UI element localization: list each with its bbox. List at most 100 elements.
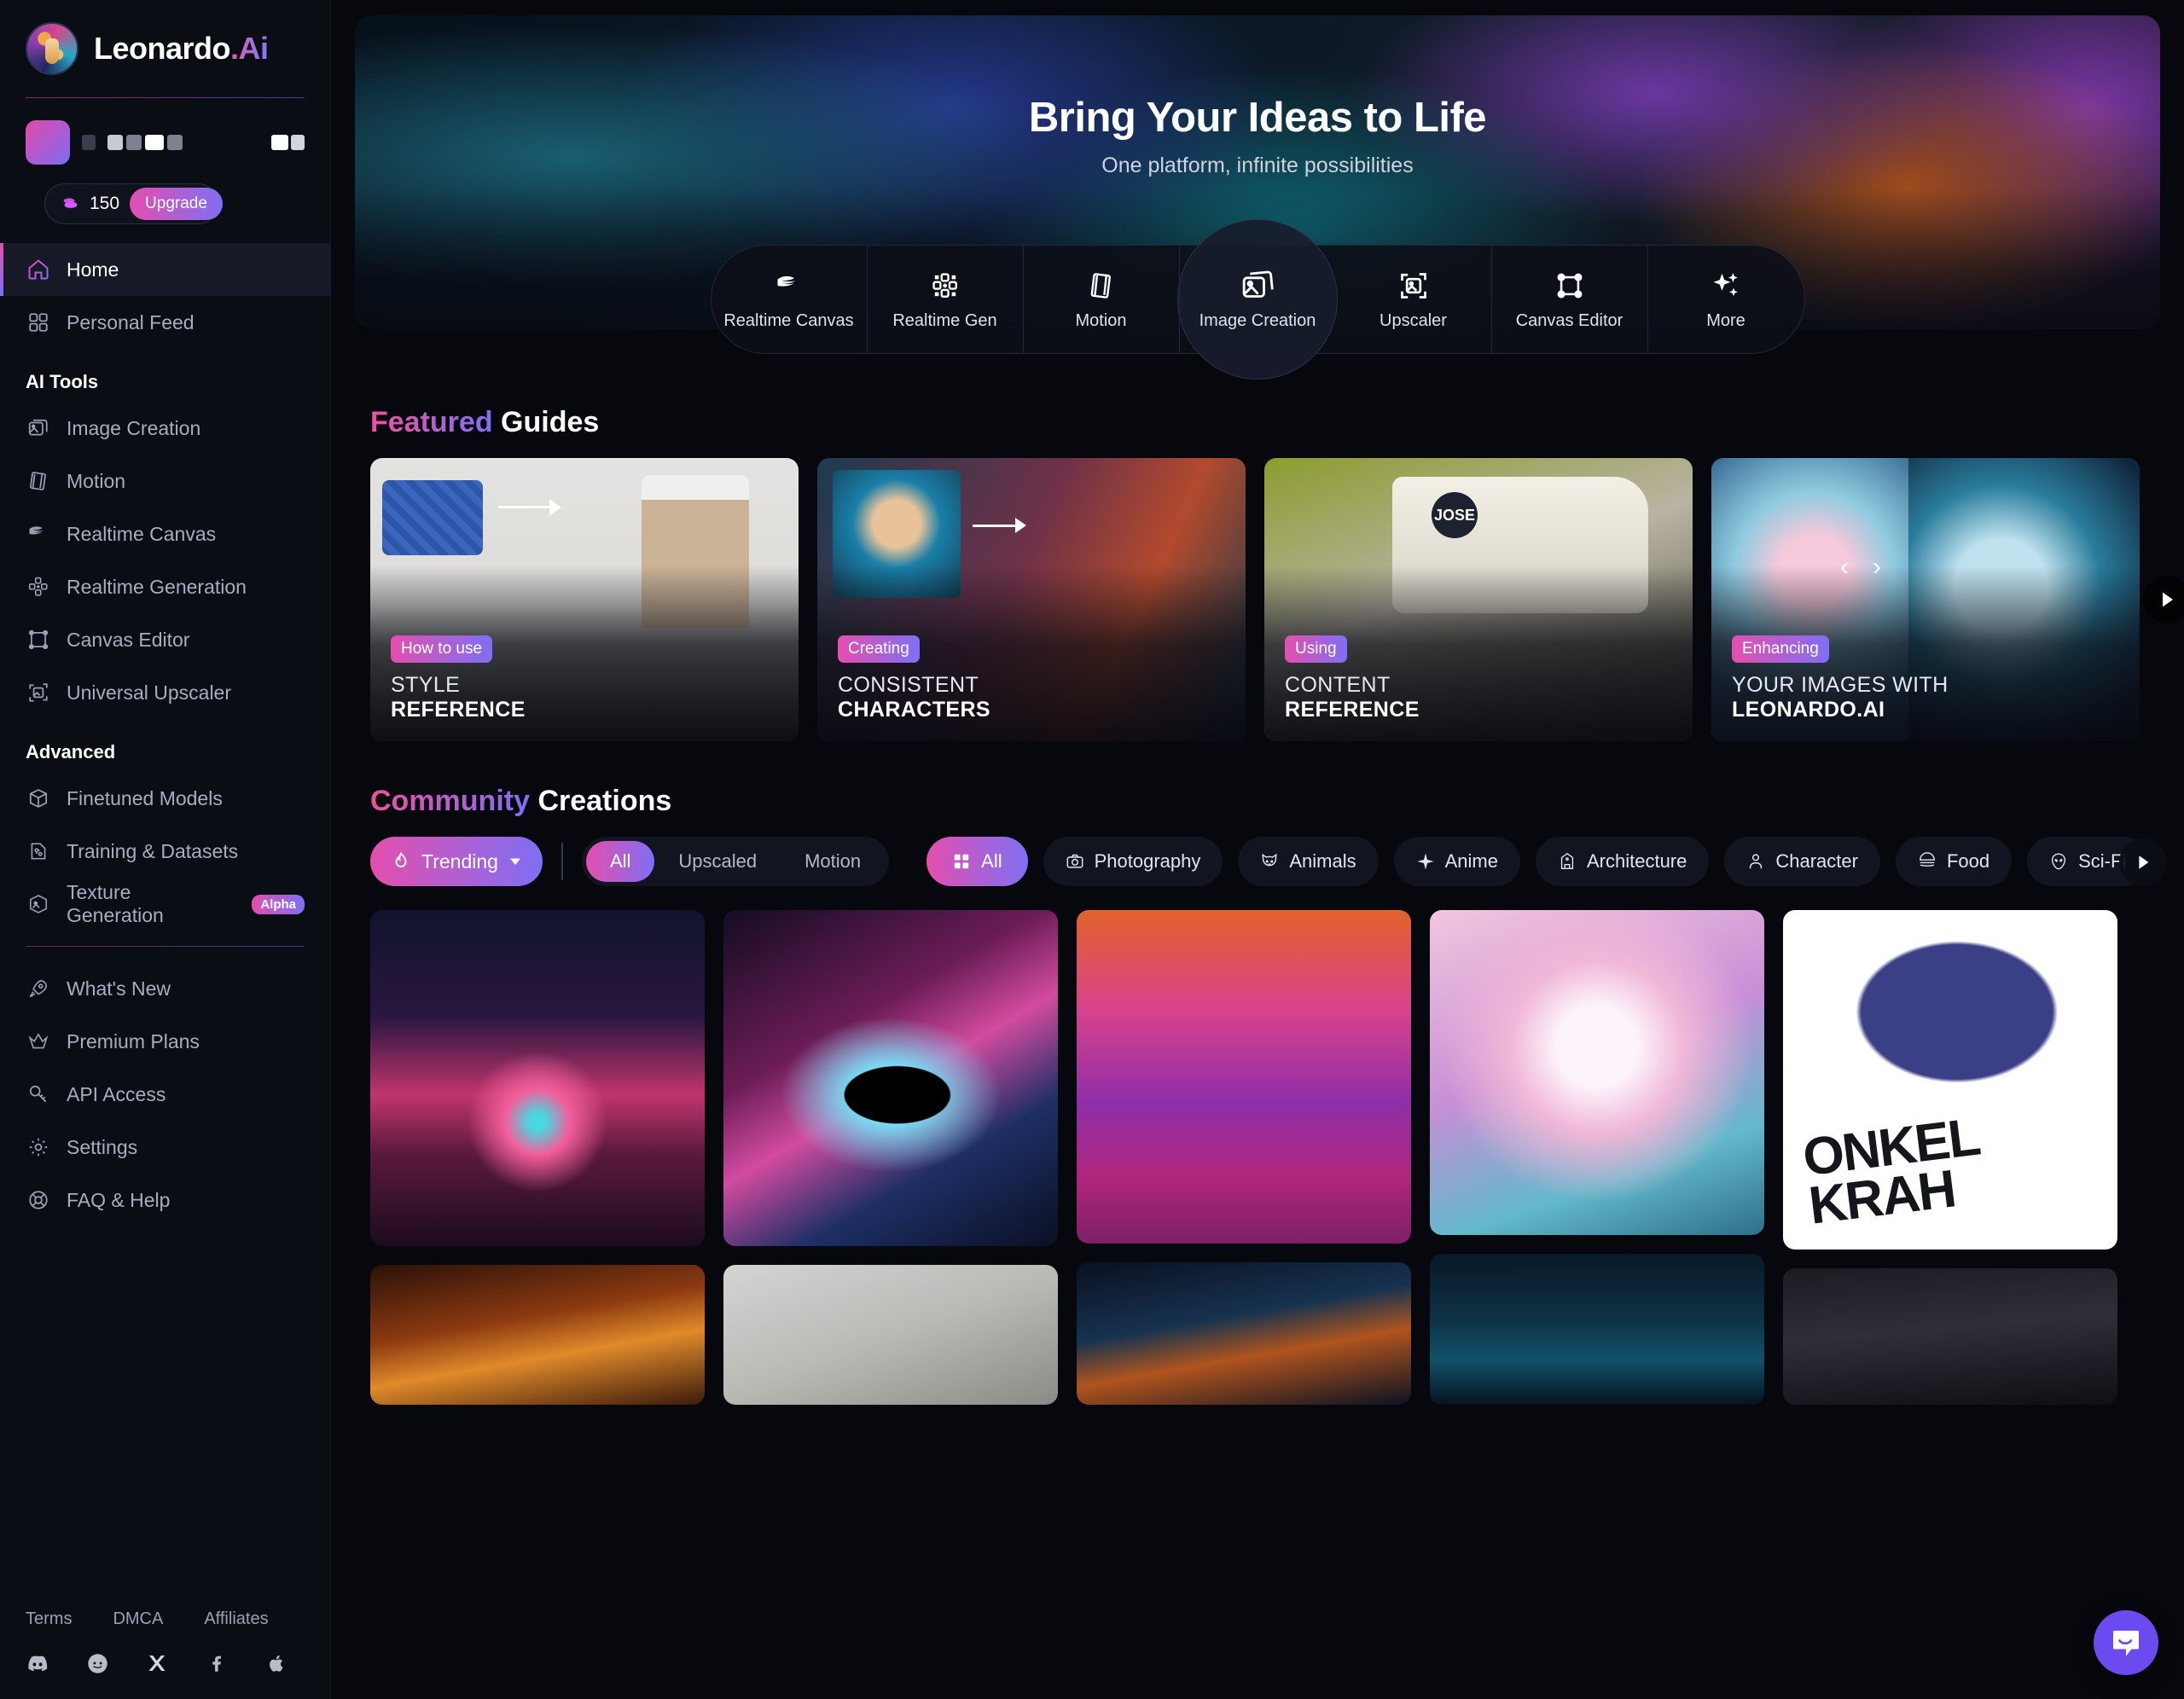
image-stack-icon xyxy=(26,415,51,441)
category-animals[interactable]: Animals xyxy=(1238,837,1379,886)
sidebar-item-label: Texture Generation xyxy=(67,881,164,926)
sidebar-item-label: Home xyxy=(67,258,119,281)
category-photography[interactable]: Photography xyxy=(1043,837,1223,886)
sidebar-item-home[interactable]: Home xyxy=(0,243,330,296)
guide-card[interactable]: Creating CONSISTENT CHARACTERS xyxy=(817,458,1246,741)
category-anime[interactable]: Anime xyxy=(1393,837,1520,886)
type-filter-motion[interactable]: Motion xyxy=(781,841,885,882)
chat-support-button[interactable] xyxy=(2094,1610,2158,1675)
guides-next-button[interactable] xyxy=(2143,576,2184,623)
categories-scroll-next[interactable] xyxy=(2119,838,2167,886)
sidebar-item-texture-generation[interactable]: Texture Generation Alpha xyxy=(0,878,330,931)
sidebar-item-whats-new[interactable]: What's New xyxy=(0,962,330,1015)
facebook-icon[interactable] xyxy=(205,1651,229,1675)
community-filters: Trending All Upscaled Motion All Photogr… xyxy=(370,837,2184,886)
tool-canvas-editor[interactable]: Canvas Editor xyxy=(1492,246,1648,353)
guide-line1: YOUR IMAGES WITH xyxy=(1732,673,1949,697)
brand-name-main: Leonardo xyxy=(94,31,231,66)
category-label: Animals xyxy=(1289,850,1356,872)
gallery-item-glowing-portal-ship[interactable] xyxy=(1077,1262,1411,1405)
gallery-item-cyberpunk-city-street[interactable] xyxy=(1783,1268,2117,1405)
image-stack-icon xyxy=(1240,268,1275,304)
sort-trending-dropdown[interactable]: Trending xyxy=(370,837,543,886)
tool-realtime-canvas[interactable]: Realtime Canvas xyxy=(712,246,868,353)
brush-strokes-icon xyxy=(774,268,804,304)
category-label: Photography xyxy=(1094,850,1201,872)
footer-link-terms[interactable]: Terms xyxy=(26,1609,72,1629)
guide-thumb xyxy=(382,480,483,555)
sidebar-item-training-datasets[interactable]: Training & Datasets xyxy=(0,825,330,878)
guide-card[interactable]: ‹ › Enhancing YOUR IMAGES WITH LEONARDO.… xyxy=(1711,458,2140,741)
gallery-column: ONKEL KRAH xyxy=(1783,910,2117,1405)
category-food[interactable]: Food xyxy=(1895,837,2013,886)
camera-icon xyxy=(1066,854,1083,868)
community-filters-wrap: Trending All Upscaled Motion All Photogr… xyxy=(331,837,2184,886)
arrow-line xyxy=(973,525,1020,527)
footer-link-dmca[interactable]: DMCA xyxy=(113,1609,163,1629)
guide-card[interactable]: How to use STYLE REFERENCE xyxy=(370,458,799,741)
brand-header[interactable]: Leonardo.Ai xyxy=(0,0,330,94)
featured-rest: Guides xyxy=(492,406,600,438)
sidebar-item-image-creation[interactable]: Image Creation xyxy=(0,402,330,455)
texture-cube-icon xyxy=(26,891,51,917)
guide-card[interactable]: JOSE Using CONTENT REFERENCE xyxy=(1264,458,1693,741)
sidebar-item-realtime-canvas[interactable]: Realtime Canvas xyxy=(0,507,330,560)
gallery-item-onkel-krah-crow-poster[interactable]: ONKEL KRAH xyxy=(1783,910,2117,1250)
category-all[interactable]: All xyxy=(926,837,1028,886)
hero-title: Bring Your Ideas to Life xyxy=(1028,95,1487,141)
discord-icon[interactable] xyxy=(26,1651,49,1675)
leonardo-logo-icon xyxy=(26,22,78,75)
sidebar-item-finetuned-models[interactable]: Finetuned Models xyxy=(0,772,330,825)
sidebar-item-api-access[interactable]: API Access xyxy=(0,1068,330,1121)
sidebar-item-personal-feed[interactable]: Personal Feed xyxy=(0,296,330,349)
gallery-item-fluffy-pink-kitten[interactable] xyxy=(1430,910,1764,1236)
footer-link-affiliates[interactable]: Affiliates xyxy=(204,1609,268,1629)
tool-realtime-gen[interactable]: Realtime Gen xyxy=(868,246,1024,353)
category-architecture[interactable]: Architecture xyxy=(1535,837,1710,886)
film-strip-icon xyxy=(26,468,51,494)
gallery-item-blue-eyeshadow-flowers-woman[interactable] xyxy=(1077,910,1411,1244)
gallery-item-words-gift-curse-book-cat[interactable] xyxy=(723,1264,1058,1405)
sidebar-section-advanced: Advanced xyxy=(26,741,116,763)
category-character[interactable]: Character xyxy=(1724,837,1880,886)
realtime-gen-icon xyxy=(26,574,51,600)
upgrade-button[interactable]: Upgrade xyxy=(130,188,223,220)
credits-pill[interactable]: 150 Upgrade xyxy=(44,183,223,224)
realtime-gen-icon xyxy=(931,268,960,304)
sidebar-item-premium-plans[interactable]: Premium Plans xyxy=(0,1015,330,1068)
tool-upscaler[interactable]: Upscaler xyxy=(1336,246,1492,353)
gallery-item-black-hole-nebula[interactable] xyxy=(723,910,1058,1246)
tool-label: Motion xyxy=(1075,311,1127,330)
community-rest: Creations xyxy=(530,785,672,817)
type-filter-upscaled[interactable]: Upscaled xyxy=(654,841,781,882)
gallery-item-orange-robot-head[interactable] xyxy=(370,1264,705,1405)
tool-motion[interactable]: Motion xyxy=(1024,246,1180,353)
avatar[interactable] xyxy=(26,120,70,165)
x-icon[interactable] xyxy=(145,1651,169,1675)
crown-icon xyxy=(26,1029,51,1054)
gallery-item-white-flower-dark-forest[interactable] xyxy=(1430,1254,1764,1405)
sidebar-item-motion[interactable]: Motion xyxy=(0,455,330,507)
training-icon xyxy=(26,838,51,864)
sidebar-item-realtime-generation[interactable]: Realtime Generation xyxy=(0,560,330,613)
category-label: Character xyxy=(1775,850,1858,872)
app-root: Leonardo.Ai 150 Upgrade Home Personal Fe… xyxy=(0,0,2184,1699)
tool-label: Canvas Editor xyxy=(1515,311,1623,330)
sidebar-section-ai-tools: AI Tools xyxy=(26,371,99,392)
tool-image-creation[interactable]: Image Creation xyxy=(1180,246,1336,353)
reddit-icon[interactable] xyxy=(85,1651,109,1675)
type-filter-all[interactable]: All xyxy=(585,841,655,882)
person-icon xyxy=(1750,854,1763,869)
sidebar-item-faq-help[interactable]: FAQ & Help xyxy=(0,1174,330,1226)
gallery-item-retro-sunset-car[interactable] xyxy=(370,910,705,1246)
sidebar-item-universal-upscaler[interactable]: Universal Upscaler xyxy=(0,666,330,719)
sidebar-item-settings[interactable]: Settings xyxy=(0,1121,330,1174)
category-filter-group: All Photography Animals Anime Architectu… xyxy=(926,837,2149,886)
account-row[interactable] xyxy=(0,98,330,165)
arrow-head xyxy=(549,499,561,516)
sidebar-item-label: Motion xyxy=(67,469,126,492)
tool-more[interactable]: More xyxy=(1648,246,1804,353)
chevron-right-icon[interactable]: › xyxy=(1858,548,1896,586)
sidebar-item-canvas-editor[interactable]: Canvas Editor xyxy=(0,613,330,666)
apple-icon[interactable] xyxy=(264,1651,288,1675)
